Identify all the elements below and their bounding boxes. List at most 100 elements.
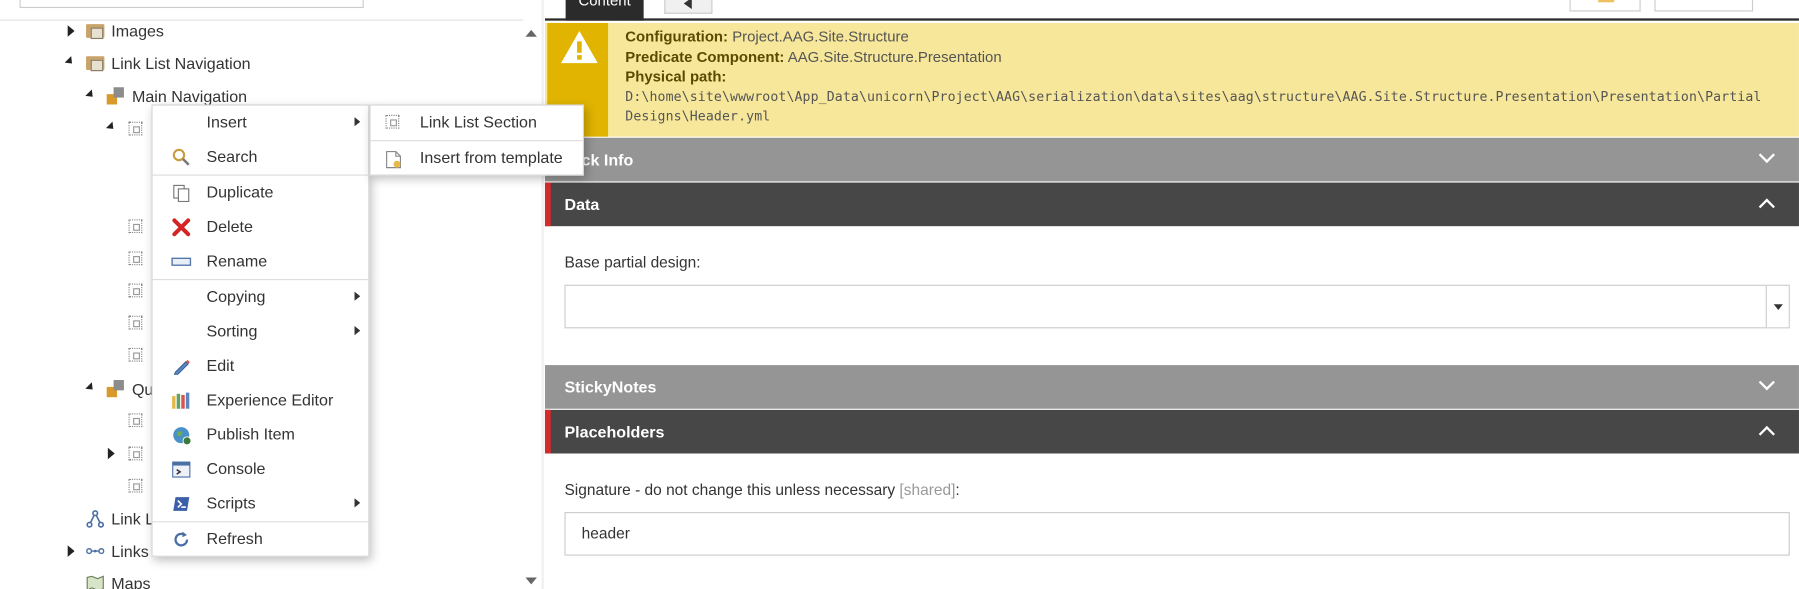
tree-search-box[interactable] <box>19 0 364 9</box>
collapse-arrow-icon[interactable] <box>106 121 117 133</box>
predicate-label: Predicate Component <box>625 47 780 65</box>
path-value: D:\home\site\wwwroot\App_Data\unicorn\Pr… <box>625 87 1762 124</box>
content-editor: Content Configuration: Project.AAG.Site.… <box>544 0 1799 589</box>
menu-item-refresh[interactable]: Refresh <box>153 522 369 556</box>
experience-editor-icon <box>171 392 192 410</box>
duplicate-icon <box>171 184 192 203</box>
scripts-icon <box>171 495 192 513</box>
context-menu: Insert Search Duplicate Delete Rename Co… <box>151 104 370 557</box>
expand-arrow-icon[interactable] <box>67 25 75 37</box>
section-icon <box>126 313 144 331</box>
expand-arrow-icon[interactable] <box>67 545 75 557</box>
submenu-item-label: Insert from template <box>419 148 563 167</box>
tab-navigate-back[interactable] <box>664 0 713 14</box>
scroll-up-arrow-icon[interactable] <box>525 29 537 37</box>
section-icon <box>126 411 144 429</box>
menu-item-duplicate[interactable]: Duplicate <box>153 176 369 210</box>
delete-icon <box>171 218 192 237</box>
scroll-down-arrow-icon[interactable] <box>525 577 537 585</box>
config-label: Configuration <box>625 27 724 45</box>
dropdown-arrow-icon[interactable] <box>1765 285 1789 328</box>
tab-content[interactable]: Content <box>565 0 644 21</box>
menu-item-edit[interactable]: Edit <box>153 349 369 383</box>
menu-item-search[interactable]: Search <box>153 140 369 174</box>
menu-item-scripts[interactable]: Scripts <box>153 487 369 521</box>
tree-item-label: Link List Navigation <box>111 53 251 73</box>
collapse-arrow-icon[interactable] <box>85 382 96 393</box>
panel-splitter[interactable] <box>541 0 544 589</box>
chevron-down-icon <box>1758 374 1775 391</box>
menu-item-label: Copying <box>206 287 266 306</box>
map-icon <box>86 574 104 589</box>
submenu-item-label: Link List Section <box>419 112 537 131</box>
back-arrow-icon <box>683 0 692 10</box>
signature-input[interactable]: header <box>564 512 1790 556</box>
collapse-arrow-icon[interactable] <box>64 56 76 67</box>
edit-icon <box>171 357 192 375</box>
section-icon <box>126 217 144 235</box>
template-icon <box>385 150 401 172</box>
menu-item-label: Sorting <box>206 321 258 340</box>
rename-icon <box>171 253 192 271</box>
section-icon <box>126 476 144 494</box>
section-stickynotes[interactable]: StickyNotes <box>544 365 1799 409</box>
menu-item-label: Publish Item <box>206 424 295 444</box>
section-data[interactable]: Data <box>544 182 1799 227</box>
tree-item-link-list-navigation[interactable]: Link List Navigation <box>0 52 516 75</box>
tree-item-label: Links <box>111 541 149 561</box>
section-title: StickyNotes <box>564 377 657 397</box>
base-partial-design-select[interactable] <box>564 284 1790 329</box>
toolbar-button[interactable] <box>1654 0 1754 12</box>
tree-item-maps[interactable]: Maps <box>0 572 516 589</box>
editor-tabbar: Content <box>544 0 1799 21</box>
search-icon <box>171 148 192 166</box>
section-icon <box>126 281 144 299</box>
tree-item-label: Qu <box>131 380 154 399</box>
menu-item-sorting[interactable]: Sorting <box>153 315 369 349</box>
console-icon <box>171 460 192 478</box>
menu-item-copying[interactable]: Copying <box>153 280 369 314</box>
section-placeholders[interactable]: Placeholders <box>544 409 1799 454</box>
publish-icon <box>171 426 192 445</box>
menu-item-label: Rename <box>206 251 268 270</box>
menu-item-console[interactable]: Console <box>153 452 369 486</box>
section-title: ick Info <box>577 150 634 169</box>
menu-item-label: Console <box>206 459 266 478</box>
submenu-arrow-icon <box>354 117 361 127</box>
menu-item-publish[interactable]: Publish Item <box>153 418 369 452</box>
submenu-item-link-list-section[interactable]: Link List Section <box>371 106 583 140</box>
predicate-value: AAG.Site.Structure.Presentation <box>787 47 1002 65</box>
link-icon <box>86 542 105 560</box>
insert-submenu: Link List Section Insert from template <box>369 104 584 176</box>
shared-tag: [shared] <box>899 481 956 499</box>
section-icon <box>126 249 144 267</box>
toolbar-button[interactable] <box>1569 0 1641 12</box>
submenu-item-insert-from-template[interactable]: Insert from template <box>371 141 583 175</box>
serialization-warning: Configuration: Project.AAG.Site.Structur… <box>544 22 1799 137</box>
signature-label-text: Signature - do not change this unless ne… <box>564 481 896 499</box>
chevron-up-icon <box>1758 425 1775 443</box>
warning-icon <box>561 30 598 64</box>
section-quick-info[interactable]: ick Info <box>544 137 1799 182</box>
menu-item-rename[interactable]: Rename <box>153 245 369 279</box>
menu-item-label: Duplicate <box>206 182 274 201</box>
section-accent-bar <box>544 182 551 227</box>
tree-item-label: Main Navigation <box>131 87 248 106</box>
warning-text: Configuration: Project.AAG.Site.Structur… <box>625 26 1795 126</box>
chevron-up-icon <box>1758 198 1775 215</box>
tree-item-images[interactable]: Images <box>0 20 516 43</box>
menu-item-label: Scripts <box>206 493 256 513</box>
section-accent-bar <box>544 409 551 454</box>
refresh-icon <box>171 530 192 548</box>
menu-item-experience-editor[interactable]: Experience Editor <box>153 383 369 417</box>
navigation-icon <box>106 87 125 105</box>
submenu-arrow-icon <box>354 291 361 301</box>
section-icon <box>126 119 144 137</box>
navigation-icon <box>106 380 125 398</box>
collapse-arrow-icon[interactable] <box>85 89 96 100</box>
expand-arrow-icon[interactable] <box>107 447 115 460</box>
menu-item-label: Insert <box>206 112 247 131</box>
menu-item-delete[interactable]: Delete <box>153 210 369 244</box>
menu-item-label: Experience Editor <box>206 390 334 409</box>
menu-item-insert[interactable]: Insert <box>153 106 369 140</box>
